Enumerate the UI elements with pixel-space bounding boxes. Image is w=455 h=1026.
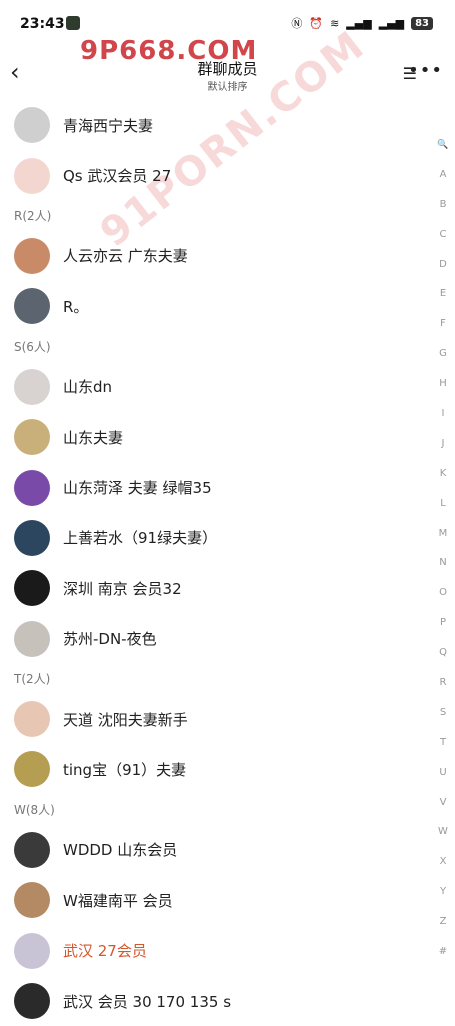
app-notification-icon	[66, 16, 80, 30]
status-icons: Ⓝ ⏰ ≋ ▂▄▆ ▂▄▆ 83	[291, 15, 433, 31]
nfc-icon: Ⓝ	[291, 17, 303, 30]
section-header: T(2人)	[14, 671, 51, 686]
index-letter[interactable]: L	[431, 494, 455, 524]
avatar[interactable]	[14, 751, 50, 788]
avatar[interactable]	[14, 831, 50, 868]
member-name: 苏州-DN-夜色	[63, 630, 157, 649]
section-header: S(6人)	[14, 339, 51, 354]
index-letter[interactable]: G	[431, 344, 455, 374]
status-time: 23:43	[20, 16, 65, 32]
member-row[interactable]: W福建南平 会员	[0, 875, 420, 925]
index-letter[interactable]: B	[431, 195, 455, 225]
member-row[interactable]: WDDD 山东会员	[0, 825, 420, 875]
member-name: 深圳 南京 会员32	[63, 579, 182, 598]
index-letter[interactable]: V	[431, 793, 455, 823]
member-row[interactable]: 山东dn	[0, 362, 420, 412]
member-name: 山东夫妻	[63, 428, 124, 447]
member-row[interactable]: 深圳 南京 会员32	[0, 563, 420, 613]
index-letter[interactable]: H	[431, 374, 455, 404]
index-letter[interactable]: O	[431, 583, 455, 613]
index-letter[interactable]: S	[431, 703, 455, 733]
sort-label[interactable]: 默认排序	[0, 78, 455, 93]
member-row[interactable]: 人云亦云 广东夫妻	[0, 231, 420, 281]
member-name: WDDD 山东会员	[63, 841, 178, 860]
member-name: W福建南平 会员	[63, 891, 173, 910]
index-letter[interactable]: M	[431, 524, 455, 554]
index-letter[interactable]: #	[431, 942, 455, 972]
index-letter[interactable]: T	[431, 733, 455, 763]
index-letter[interactable]: Q	[431, 643, 455, 673]
avatar[interactable]	[14, 237, 50, 274]
index-letter[interactable]: R	[431, 673, 455, 703]
member-row[interactable]: 武汉 会员 30 170 135 s	[0, 976, 420, 1026]
index-letter[interactable]: I	[431, 404, 455, 434]
avatar[interactable]	[14, 932, 50, 969]
member-name: 青海西宁夫妻	[63, 116, 154, 135]
index-letter[interactable]: A	[431, 165, 455, 195]
avatar[interactable]	[14, 701, 50, 738]
member-row[interactable]: 上善若水（91绿夫妻）	[0, 513, 420, 563]
member-name: 武汉 27会员	[63, 942, 147, 961]
member-name: 武汉 会员 30 170 135 s	[63, 992, 232, 1011]
member-list: 青海西宁夫妻 Qs 武汉会员 27 R(2人) 人云亦云 广东夫妻 R。 S(6人) 山东d…	[0, 100, 420, 1026]
index-search-icon[interactable]: 🔍	[431, 135, 455, 165]
member-name: ting宝（91）夫妻	[63, 760, 187, 779]
index-letter[interactable]: E	[431, 284, 455, 314]
member-name: 山东菏泽 夫妻 绿帽35	[63, 479, 212, 498]
alarm-icon: ⏰	[309, 16, 324, 30]
index-letter[interactable]: W	[431, 822, 455, 852]
index-letter[interactable]: X	[431, 852, 455, 882]
section-header: W(8人)	[14, 802, 55, 817]
index-letter[interactable]: D	[431, 255, 455, 285]
index-letter[interactable]: C	[431, 225, 455, 255]
member-row[interactable]: ting宝（91）夫妻	[0, 744, 420, 794]
member-name: 天道 沈阳夫妻新手	[63, 710, 188, 729]
member-name: 人云亦云 广东夫妻	[63, 247, 188, 266]
index-letter[interactable]: Y	[431, 882, 455, 912]
index-letter[interactable]: P	[431, 613, 455, 643]
section-header: R(2人)	[14, 208, 52, 223]
member-name: 上善若水（91绿夫妻）	[63, 529, 218, 548]
index-letter[interactable]: K	[431, 464, 455, 494]
watermark-top: 9P668.COM	[80, 36, 258, 66]
member-row[interactable]: R。	[0, 281, 420, 331]
index-letter[interactable]: U	[431, 763, 455, 793]
avatar[interactable]	[14, 882, 50, 919]
index-letter[interactable]: N	[431, 553, 455, 583]
member-row[interactable]: 武汉 27会员	[0, 925, 420, 975]
member-name: 山东dn	[63, 378, 113, 397]
battery-icon: 83	[411, 16, 433, 30]
avatar[interactable]	[14, 419, 50, 456]
avatar[interactable]	[14, 469, 50, 506]
signal-5g-2-icon: ▂▄▆	[378, 16, 405, 30]
avatar[interactable]	[14, 157, 50, 194]
more-icon[interactable]: •••	[408, 60, 443, 81]
member-row[interactable]: Qs 武汉会员 27	[0, 150, 420, 200]
avatar[interactable]	[14, 570, 50, 607]
member-row[interactable]: 青海西宁夫妻	[0, 100, 420, 150]
avatar[interactable]	[14, 983, 50, 1020]
member-row[interactable]: 天道 沈阳夫妻新手	[0, 694, 420, 744]
avatar[interactable]	[14, 620, 50, 657]
alphabet-index[interactable]: 🔍 A B C D E F G H I J K L M N O P Q R S T U V W X Y Z #	[431, 135, 455, 972]
member-name: R。	[63, 297, 89, 316]
member-row[interactable]: 山东夫妻	[0, 412, 420, 462]
member-name: Qs 武汉会员 27	[63, 167, 172, 186]
avatar[interactable]	[14, 107, 50, 144]
avatar[interactable]	[14, 519, 50, 556]
member-row[interactable]: 山东菏泽 夫妻 绿帽35	[0, 462, 420, 512]
index-letter[interactable]: J	[431, 434, 455, 464]
avatar[interactable]	[14, 368, 50, 405]
index-letter[interactable]: Z	[431, 912, 455, 942]
avatar[interactable]	[14, 288, 50, 325]
member-row[interactable]: 苏州-DN-夜色	[0, 614, 420, 664]
index-letter[interactable]: F	[431, 314, 455, 344]
